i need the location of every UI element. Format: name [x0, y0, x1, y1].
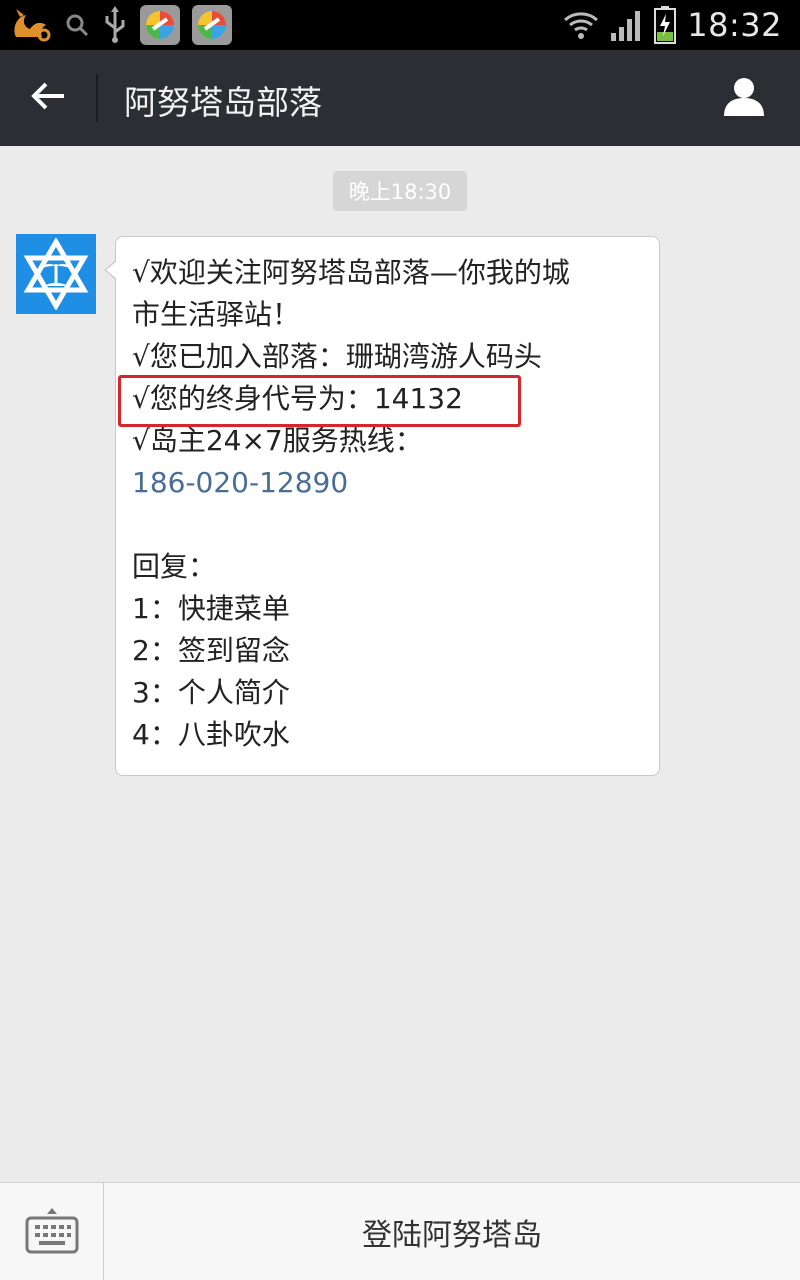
title-divider	[96, 74, 98, 122]
uc-browser-icon	[10, 7, 52, 43]
status-time: 18:32	[687, 6, 782, 44]
message-line: √您已加入部落：珊瑚湾游人码头	[132, 340, 542, 373]
person-icon	[722, 76, 766, 120]
message-line: √欢迎关注阿努塔岛部落—你我的城	[132, 256, 570, 289]
reply-option: 1：快捷菜单	[132, 592, 290, 625]
status-bar: 18:32	[0, 0, 800, 50]
highlight-annotation	[118, 375, 521, 427]
reply-option: 4：八卦吹水	[132, 718, 290, 751]
keyboard-toggle-button[interactable]	[0, 1183, 104, 1280]
bottom-menu-bar: 登陆阿努塔岛	[0, 1182, 800, 1280]
bubble-tail-fill	[106, 261, 117, 279]
reply-option: 3：个人简介	[132, 676, 290, 709]
usb-icon	[102, 6, 128, 44]
star-island-logo-icon	[23, 238, 89, 310]
title-bar: 阿努塔岛部落	[0, 50, 800, 146]
back-button[interactable]	[20, 72, 76, 124]
login-menu-button[interactable]: 登陆阿努塔岛	[104, 1183, 800, 1280]
search-icon	[64, 12, 90, 38]
hotline-phone-link[interactable]: 186-020-12890	[132, 462, 348, 504]
back-arrow-icon	[30, 81, 66, 115]
wifi-icon	[563, 10, 599, 40]
battery-charging-icon	[653, 6, 677, 44]
reply-option: 2：签到留念	[132, 634, 290, 667]
message-line: 回复：	[132, 550, 217, 583]
profile-button[interactable]	[718, 72, 770, 124]
app-store-icon	[192, 5, 232, 45]
app-store-icon	[140, 5, 180, 45]
message-timestamp: 晚上18:30	[333, 171, 467, 211]
avatar[interactable]	[16, 234, 96, 314]
page-title: 阿努塔岛部落	[124, 83, 322, 122]
keyboard-icon	[24, 1206, 80, 1258]
message-line: 市生活驿站！	[132, 298, 301, 331]
signal-icon	[609, 9, 643, 41]
